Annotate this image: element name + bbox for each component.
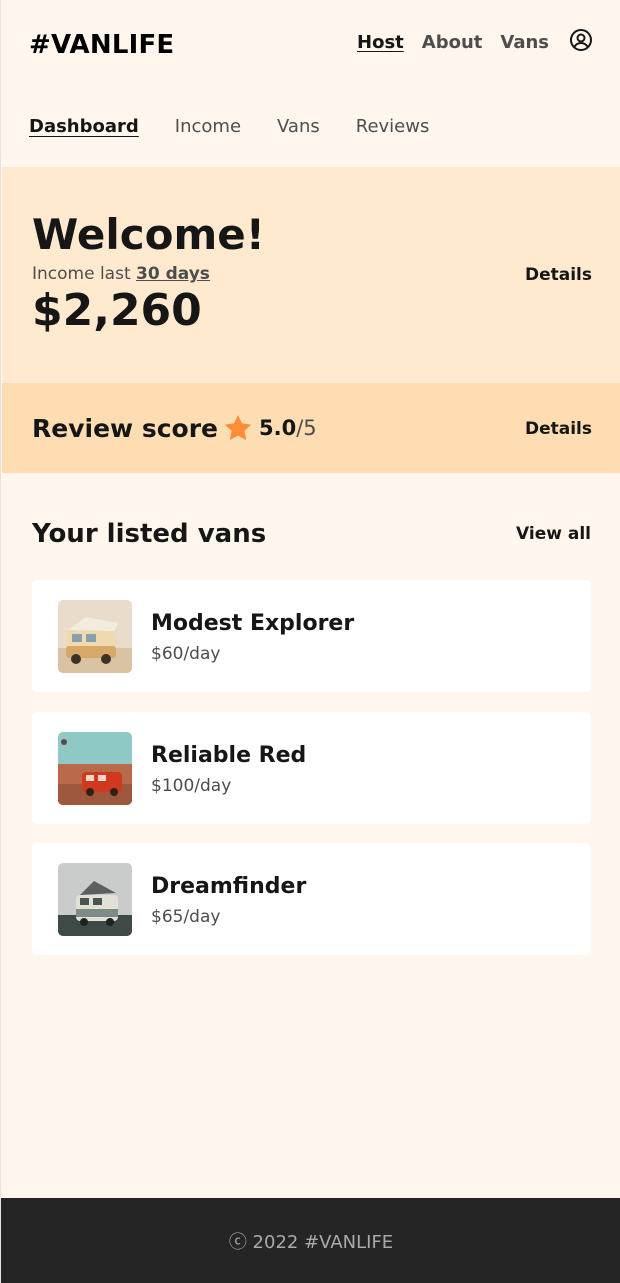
user-circle-icon[interactable]: [569, 28, 593, 52]
nav-vans-link[interactable]: Vans: [500, 32, 549, 53]
income-details-link[interactable]: Details: [525, 265, 592, 285]
tab-vans[interactable]: Vans: [277, 116, 320, 137]
van-name: Dreamfinder: [151, 874, 307, 899]
main-nav: Host About Vans: [339, 28, 593, 54]
host-subnav: Dashboard Income Vans Reviews: [29, 116, 465, 137]
van-name: Modest Explorer: [151, 611, 355, 636]
income-section: Welcome! Income last 30 days $2,260 Deta…: [2, 167, 620, 383]
nav-about-link[interactable]: About: [422, 32, 483, 53]
van-card[interactable]: Modest Explorer $60/day: [32, 580, 591, 692]
footer-copyright: ⓒ 2022 #VANLIFE: [228, 1232, 394, 1253]
van-card[interactable]: Reliable Red $100/day: [32, 712, 591, 824]
van-price: $65/day: [151, 907, 221, 927]
nav-host-link[interactable]: Host: [357, 32, 404, 53]
van-name: Reliable Red: [151, 743, 307, 768]
welcome-heading: Welcome!: [32, 210, 265, 259]
logo-link[interactable]: #VANLIFE: [29, 30, 174, 60]
review-score-number: 5.0: [259, 416, 297, 440]
tab-dashboard[interactable]: Dashboard: [29, 116, 139, 137]
van-image: [58, 863, 132, 936]
page: #VANLIFE Host About Vans Dashboard Incom…: [0, 0, 620, 1283]
review-score-max: /5: [296, 416, 317, 440]
site-header: #VANLIFE Host About Vans: [1, 0, 620, 90]
listed-vans-heading: Your listed vans: [32, 519, 267, 549]
van-price: $100/day: [151, 776, 232, 796]
tab-income[interactable]: Income: [175, 116, 241, 137]
van-image: [58, 732, 132, 805]
van-image: [58, 600, 132, 673]
review-section: Review score 5.0/5 Details: [2, 383, 620, 473]
income-period-label: Income last 30 days: [32, 264, 210, 284]
van-price: $60/day: [151, 644, 221, 664]
income-amount: $2,260: [32, 285, 202, 336]
review-score-value: 5.0/5: [259, 416, 317, 440]
star-icon: [223, 414, 253, 442]
site-footer: ⓒ 2022 #VANLIFE: [1, 1198, 620, 1283]
review-score-heading: Review score: [32, 414, 218, 443]
review-details-link[interactable]: Details: [525, 419, 592, 439]
income-period-link[interactable]: 30 days: [136, 264, 210, 284]
van-card[interactable]: Dreamfinder $65/day: [32, 843, 591, 955]
income-label-prefix: Income last: [32, 264, 131, 284]
tab-reviews[interactable]: Reviews: [356, 116, 430, 137]
view-all-link[interactable]: View all: [516, 524, 591, 544]
